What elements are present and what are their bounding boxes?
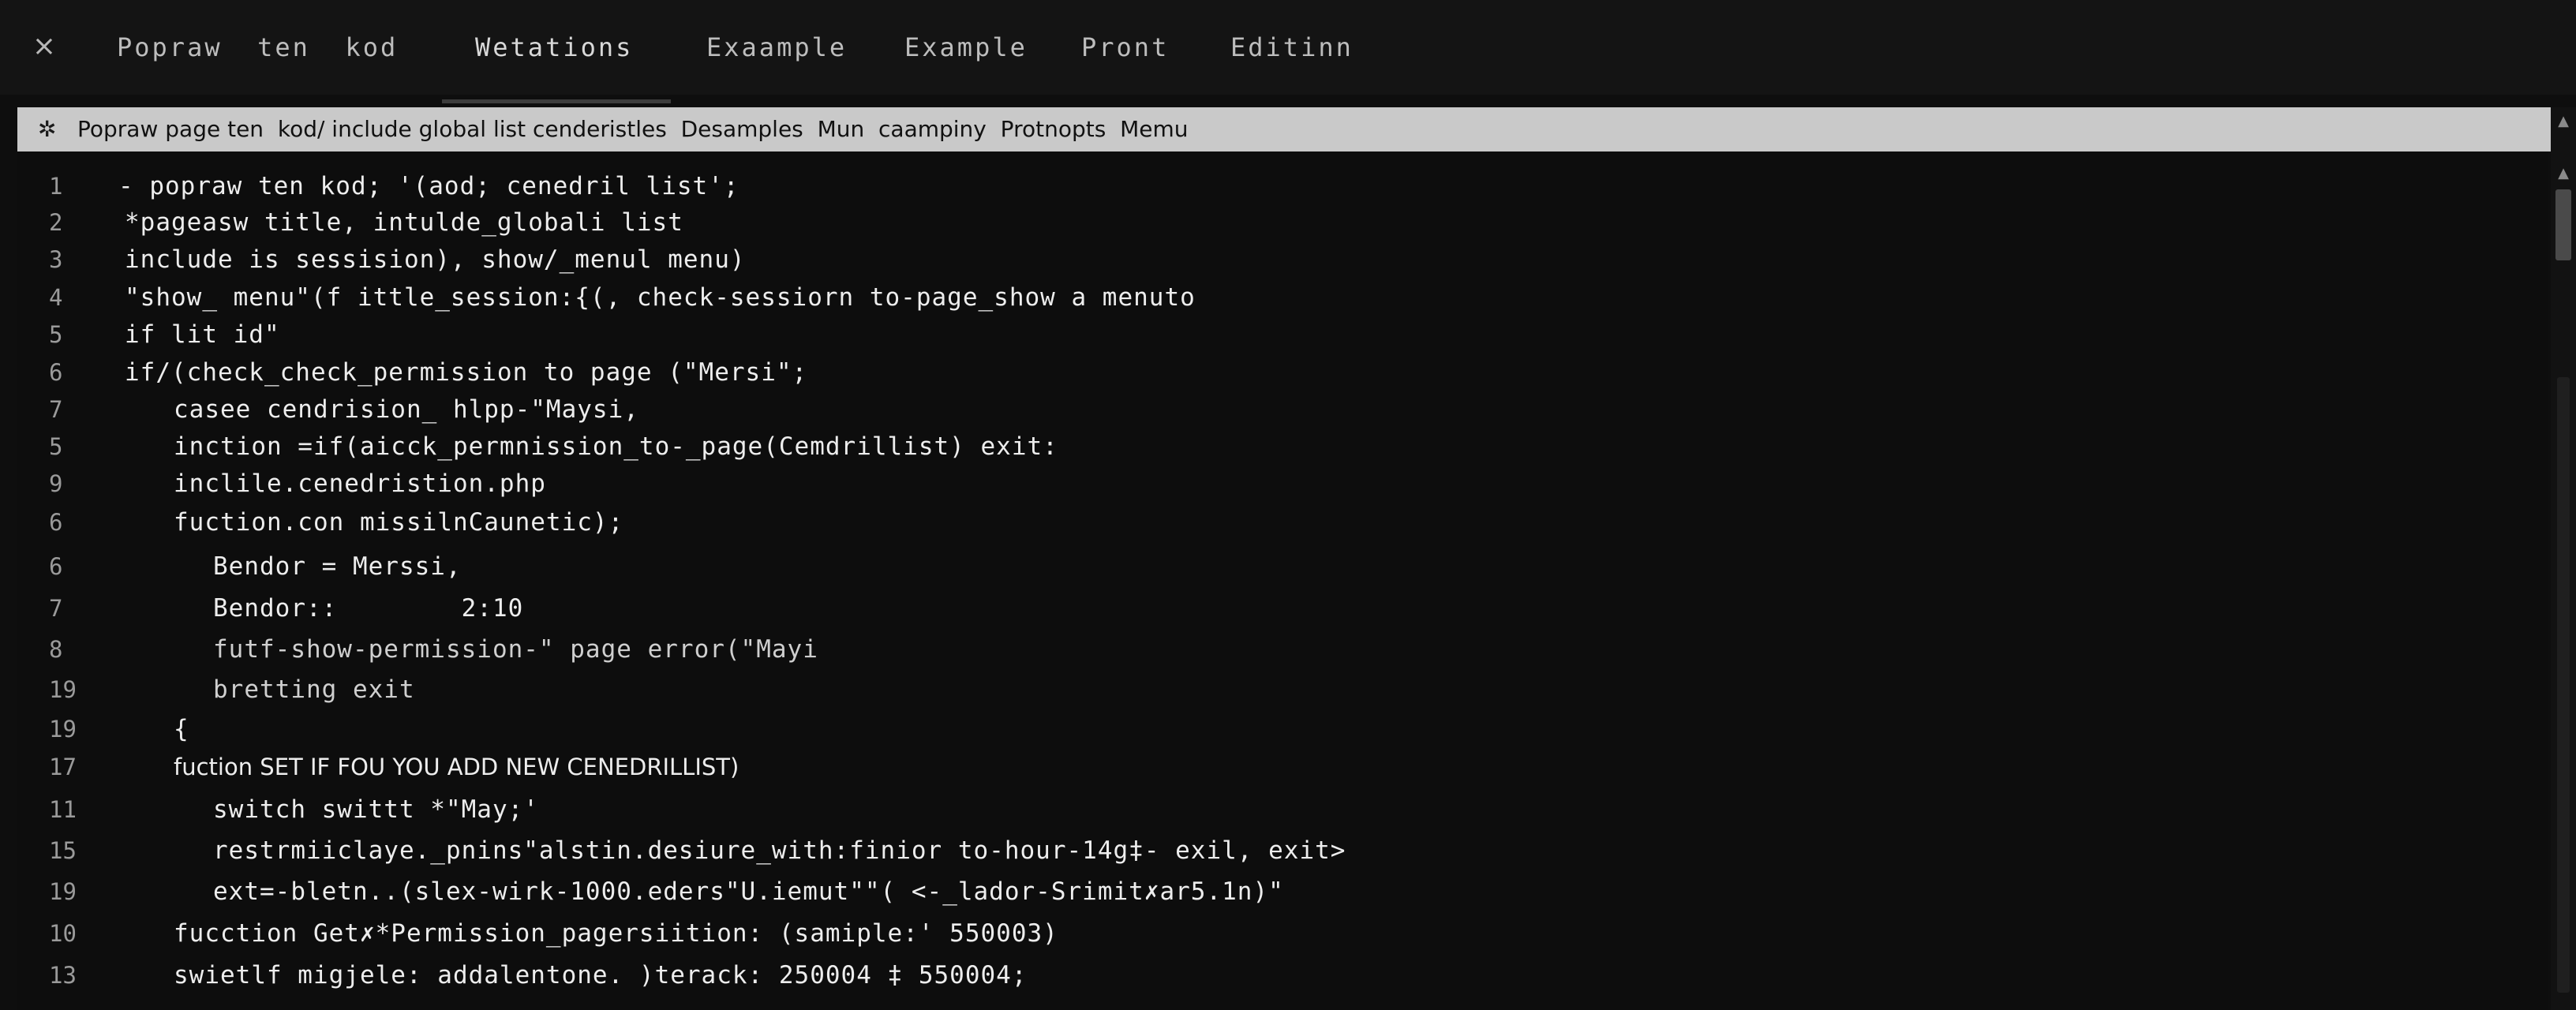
line-number: 11 — [49, 796, 77, 823]
tab-popraw-ten-kod[interactable]: Popraw ten kod — [117, 27, 398, 68]
code-line[interactable]: inclile.cenedristion.php — [174, 466, 546, 501]
close-icon[interactable]: × — [28, 27, 60, 66]
line-number: 3 — [49, 246, 63, 273]
tab-bar: × Popraw ten kod Wetations Exaample Exam… — [0, 0, 2576, 95]
scrollbar-track-region[interactable] — [2557, 377, 2570, 993]
code-line[interactable]: casee cendrision_ hlpp-"Maysi, — [174, 392, 639, 427]
code-line[interactable]: *pageasw title, intulde_globali list — [125, 205, 683, 240]
line-number: 7 — [49, 396, 63, 423]
tab-pront[interactable]: Pront — [1081, 27, 1169, 68]
code-line[interactable]: inction =if(aicck_permnission_to-_page(C… — [174, 429, 1058, 464]
line-number: 19 — [49, 716, 77, 743]
active-tab-indicator — [442, 99, 671, 103]
line-number: 5 — [49, 321, 63, 348]
line-number: 7 — [49, 595, 63, 622]
code-line[interactable]: bretting exit — [213, 672, 415, 707]
code-line[interactable]: Bendor = Merssi, — [213, 549, 462, 584]
path-menu-bar[interactable]: ✲ Popraw page ten kod/ include global li… — [17, 107, 2552, 152]
line-number: 8 — [49, 636, 63, 663]
line-number: 10 — [49, 920, 77, 947]
code-line[interactable]: ext=-bletn..(slex-wirk-1000.eders"U.iemu… — [213, 874, 1284, 909]
code-line[interactable]: include is sessision), show/_menul menu) — [125, 242, 746, 277]
line-number: 15 — [49, 837, 77, 864]
line-number: 19 — [49, 878, 77, 905]
code-line[interactable]: switch swittt *"May;' — [213, 792, 539, 827]
line-number: 2 — [49, 209, 63, 236]
code-line[interactable]: fuction SET IF FOU YOU ADD NEW CENEDRILL… — [174, 750, 739, 784]
code-editor[interactable]: 1 2 3 4 5 6 7 5 9 6 6 7 8 19 19 17 11 15… — [17, 152, 2548, 1010]
line-number: 4 — [49, 284, 63, 311]
code-line[interactable]: "show_ menu"(f ittle_session:{(, check-s… — [125, 280, 1196, 315]
line-number: 6 — [49, 509, 63, 536]
line-number: 17 — [49, 754, 77, 780]
settings-icon[interactable]: ✲ — [38, 107, 56, 152]
code-line[interactable]: swietlf migjele: addalentone. )terack: 2… — [174, 958, 1028, 993]
line-number: 9 — [49, 470, 63, 497]
code-line[interactable]: fuction.con missilnCaunetic); — [174, 505, 623, 540]
line-number: 6 — [49, 359, 63, 386]
tab-exaample[interactable]: Exaample — [706, 27, 847, 68]
code-line[interactable]: fucction Get✗*Permission_pagersiition: (… — [174, 916, 1058, 951]
scroll-up-icon[interactable]: ▲ — [2554, 164, 2573, 183]
code-line[interactable]: futf-show-permission-" page error("Mayi — [213, 632, 818, 667]
line-number: 5 — [49, 433, 63, 460]
scrollbar-thumb[interactable] — [2555, 189, 2571, 260]
path-menu-text[interactable]: Popraw page ten kod/ include global list… — [77, 107, 1189, 152]
tab-wetations[interactable]: Wetations — [475, 27, 633, 68]
code-line[interactable]: { — [174, 712, 189, 746]
tab-example[interactable]: Example — [904, 27, 1028, 68]
code-line[interactable]: restrmiiclaye._pnins"alstin.desiure_with… — [213, 833, 1346, 868]
code-line[interactable]: if lit id" — [125, 317, 280, 352]
line-number: 6 — [49, 553, 63, 580]
code-line[interactable]: - popraw ten kod; '(aod; cenedril list'; — [118, 169, 739, 204]
line-number: 13 — [49, 962, 77, 989]
tab-editinn[interactable]: Editinn — [1230, 27, 1354, 68]
code-line[interactable]: Bendor:: 2:10 — [213, 591, 523, 626]
code-line[interactable]: if/(check_check_permission to page ("Mer… — [125, 355, 807, 390]
line-number: 19 — [49, 676, 77, 703]
scroll-up-icon[interactable]: ▲ — [2554, 112, 2573, 131]
line-number: 1 — [49, 173, 63, 200]
